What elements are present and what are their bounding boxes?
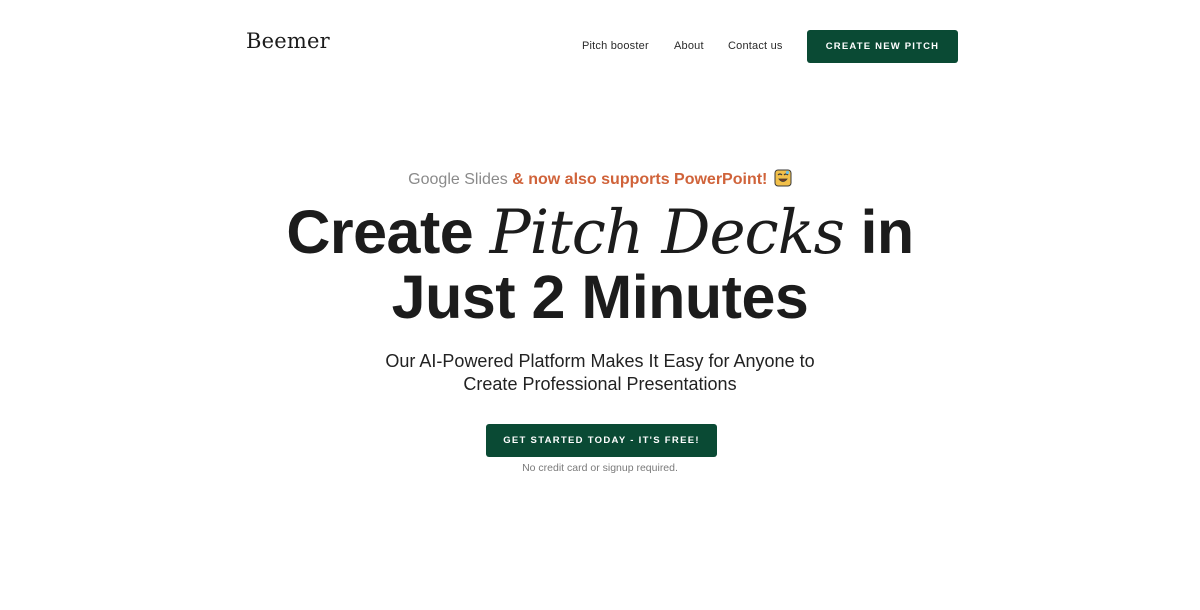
- headline-line-1: Create Pitch Decks in: [0, 200, 1200, 265]
- nav-contact-us[interactable]: Contact us: [728, 40, 783, 52]
- subheading-line-2: Create Professional Presentations: [463, 374, 737, 394]
- get-started-button[interactable]: GET STARTED TODAY - IT'S FREE!: [486, 424, 717, 457]
- announcement-highlight: & now also supports PowerPoint!: [507, 171, 768, 188]
- nav-pitch-booster[interactable]: Pitch booster: [582, 40, 649, 52]
- announcement: Google Slides & now also supports PowerP…: [0, 169, 1200, 189]
- main-nav: Pitch booster About Contact us: [0, 40, 1200, 54]
- nav-about[interactable]: About: [674, 40, 704, 52]
- headline-italic-text: Pitch Decks: [489, 197, 845, 268]
- subheading-line-1: Our AI-Powered Platform Makes It Easy fo…: [385, 351, 815, 371]
- no-credit-card-note: No credit card or signup required.: [522, 462, 678, 474]
- announcement-product: Google Slides: [408, 171, 508, 188]
- subheading: Our AI-Powered Platform Makes It Easy fo…: [0, 350, 1200, 396]
- create-new-pitch-button[interactable]: CREATE NEW PITCH: [807, 30, 958, 63]
- site-header: Beemer Pitch booster About Contact us CR…: [0, 0, 1200, 92]
- smiling-face-emoji-icon: [774, 169, 792, 187]
- landing-page: Beemer Pitch booster About Contact us CR…: [0, 0, 1200, 610]
- headline-text-1: Create: [286, 198, 490, 266]
- page-title: Create Pitch Decks in Just 2 Minutes: [0, 200, 1200, 329]
- headline-text-2: in: [844, 198, 914, 266]
- headline-line-2: Just 2 Minutes: [391, 263, 809, 331]
